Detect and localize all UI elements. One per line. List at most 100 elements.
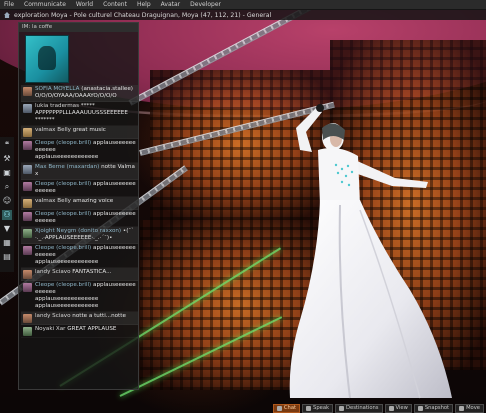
chat-message: Cleope (cleope.brill) applauseeeeeeeeeee… bbox=[21, 244, 138, 268]
message-body: Cleope (cleope.brill) applauseeeeeeeeeee… bbox=[35, 245, 136, 266]
avatar-icon[interactable] bbox=[23, 104, 32, 113]
button-label: Destinations bbox=[346, 404, 379, 411]
message-text: notte a tutti...notte bbox=[72, 313, 126, 319]
people-icon[interactable]: ⚇ bbox=[2, 210, 12, 220]
sender-name[interactable]: Cleope (cleope.brill) bbox=[35, 181, 91, 187]
menu-item-developer[interactable]: Developer bbox=[190, 0, 221, 10]
message-body: Xjoight Neygm (donito raxxon) •(¯`·._.·A… bbox=[35, 228, 136, 242]
mini-map-icon[interactable]: ▦ bbox=[2, 238, 12, 248]
sender-name[interactable]: landy Sciavo bbox=[35, 269, 71, 275]
chat-message: Cleope (cleope.brill) applauseeeeeeeeeee… bbox=[21, 139, 138, 163]
location-bar[interactable]: exploration Moya - Pole culturel Chateau… bbox=[0, 10, 486, 20]
chat-message: valmax Belly amazing voice bbox=[21, 197, 138, 210]
message-body: valmax Belly great music bbox=[35, 127, 136, 137]
sender-name[interactable]: valmax Belly bbox=[35, 198, 71, 204]
speak-icon[interactable]: ❝ bbox=[2, 140, 12, 150]
message-text: GREAT APPLAUSE bbox=[67, 326, 117, 332]
chat-button[interactable]: Chat bbox=[272, 403, 301, 413]
sender-name[interactable]: Max Berne (maxardan) bbox=[35, 164, 99, 170]
button-label: View bbox=[395, 404, 408, 411]
menu-item-help[interactable]: Help bbox=[137, 0, 151, 10]
snapshot-button[interactable]: Snapshot bbox=[413, 403, 454, 413]
message-body: Noyaki Xar GREAT APPLAUSE bbox=[35, 326, 136, 336]
location-title: exploration Moya - Pole culturel Chateau… bbox=[14, 11, 272, 19]
menu-item-avatar[interactable]: Avatar bbox=[161, 0, 180, 10]
button-label: Speak bbox=[313, 404, 330, 411]
message-text: FANTASTICA... bbox=[72, 269, 112, 275]
avatar-icon[interactable] bbox=[23, 128, 32, 137]
speak-button[interactable]: Speak bbox=[302, 403, 334, 413]
sender-name[interactable]: Cleope (cleope.brill) bbox=[35, 140, 91, 146]
message-text: amazing voice bbox=[72, 198, 114, 204]
avatar-icon[interactable] bbox=[23, 199, 32, 208]
chat-message: lukia tradermas ***** APPPPPPPLLLAAAUUUS… bbox=[21, 102, 138, 126]
snapshot-icon[interactable]: ▣ bbox=[2, 168, 12, 178]
button-label: Move bbox=[466, 404, 480, 411]
chat-message: Noyaki Xar GREAT APPLAUSE bbox=[21, 325, 138, 338]
chat-message: Cleope (cleope.brill) applauseeeeeeeeeee… bbox=[21, 281, 138, 312]
avatar-icon[interactable] bbox=[23, 314, 32, 323]
chat-message: landy Sciavo notte a tutti...notte bbox=[21, 312, 138, 325]
search-icon[interactable]: ⌕ bbox=[2, 182, 12, 192]
message-body: SOFIA MOYELLA (anastacia.stallee) O/O/O/… bbox=[35, 86, 136, 100]
chat-message: landy Sciavo FANTASTICA... bbox=[21, 268, 138, 281]
menu-item-communicate[interactable]: Communicate bbox=[24, 0, 66, 10]
menu-item-world[interactable]: World bbox=[76, 0, 93, 10]
sender-name[interactable]: Cleope (cleope.brill) bbox=[35, 282, 91, 288]
message-body: Cleope (cleope.brill) applauseeeeeeeeeee… bbox=[35, 140, 136, 161]
chat-message: SOFIA MOYELLA (anastacia.stallee) O/O/O/… bbox=[21, 85, 138, 102]
move-button[interactable]: Move bbox=[455, 403, 484, 413]
message-body: Cleope (cleope.brill) applauseeeeeeeeeee… bbox=[35, 211, 136, 225]
button-label: Snapshot bbox=[424, 404, 450, 411]
chat-message: Xjoight Neygm (donito raxxon) •(¯`·._.·A… bbox=[21, 227, 138, 244]
menu-bar: File Communicate World Content Help Avatar Dev… bbox=[0, 0, 486, 10]
sender-name[interactable]: lukia tradermas bbox=[35, 103, 79, 109]
sender-name[interactable]: Noyaki Xar bbox=[35, 326, 65, 332]
avatar-icon[interactable] bbox=[23, 270, 32, 279]
chat-message: Max Berne (maxardan) notte Valmax bbox=[21, 163, 138, 180]
destinations-icon bbox=[339, 405, 345, 411]
message-body: landy Sciavo notte a tutti...notte bbox=[35, 313, 136, 323]
chat-message: valmax Belly great music bbox=[21, 126, 138, 139]
chat-icon bbox=[276, 405, 282, 411]
avatar-icon[interactable] bbox=[23, 87, 32, 96]
avatar-icon[interactable] bbox=[23, 229, 32, 238]
destinations-button[interactable]: Destinations bbox=[335, 403, 383, 413]
sender-name[interactable]: landy Sciavo bbox=[35, 313, 71, 319]
message-body: valmax Belly amazing voice bbox=[35, 198, 136, 208]
sender-name[interactable]: Cleope (cleope.brill) bbox=[35, 245, 91, 251]
inventory-icon[interactable]: ▤ bbox=[2, 252, 12, 262]
avatar-icon[interactable] bbox=[23, 327, 32, 336]
chat-message: Cleope (cleope.brill) applauseeeeeeeeeee… bbox=[21, 180, 138, 197]
avatar-icon[interactable]: ☺ bbox=[2, 196, 12, 206]
home-icon[interactable] bbox=[4, 12, 10, 18]
view-icon bbox=[388, 405, 394, 411]
sender-name[interactable]: Xjoight Neygm (donito raxxon) bbox=[35, 228, 121, 234]
avatar-icon[interactable] bbox=[23, 141, 32, 150]
avatar-icon[interactable] bbox=[23, 283, 32, 292]
profile-picture bbox=[25, 35, 69, 83]
message-body: Max Berne (maxardan) notte Valmax bbox=[35, 164, 136, 178]
sender-name[interactable]: Cleope (cleope.brill) bbox=[35, 211, 91, 217]
avatar-icon[interactable] bbox=[23, 182, 32, 191]
speak-icon bbox=[306, 405, 312, 411]
side-toolbar: ❝ ⚒ ▣ ⌕ ☺ ⚇ ▼ ▦ ▤ bbox=[0, 137, 14, 272]
avatar-icon[interactable] bbox=[23, 212, 32, 221]
avatar-icon[interactable] bbox=[23, 246, 32, 255]
im-chat-window[interactable]: IM: la coffe SOFIA MOYELLA (anastacia.st… bbox=[18, 22, 139, 390]
chat-message-list[interactable]: SOFIA MOYELLA (anastacia.stallee) O/O/O/… bbox=[21, 85, 138, 338]
button-label: Chat bbox=[283, 404, 297, 411]
build-icon[interactable]: ⚒ bbox=[2, 154, 12, 164]
menu-item-content[interactable]: Content bbox=[103, 0, 127, 10]
avatar-icon[interactable] bbox=[23, 165, 32, 174]
menu-item-file[interactable]: File bbox=[4, 0, 14, 10]
bottom-toolbar: Chat Speak Destinations View Snapshot Move bbox=[272, 403, 486, 413]
sender-name[interactable]: SOFIA MOYELLA bbox=[35, 86, 80, 92]
places-icon[interactable]: ▼ bbox=[2, 224, 12, 234]
message-body: Cleope (cleope.brill) applauseeeeeeeeeee… bbox=[35, 181, 136, 195]
view-button[interactable]: View bbox=[384, 403, 412, 413]
message-body: lukia tradermas ***** APPPPPPPLLLAAAUUUS… bbox=[35, 103, 136, 124]
message-body: landy Sciavo FANTASTICA... bbox=[35, 269, 136, 279]
im-window-title[interactable]: IM: la coffe bbox=[19, 23, 138, 32]
sender-name[interactable]: valmax Belly bbox=[35, 127, 71, 133]
